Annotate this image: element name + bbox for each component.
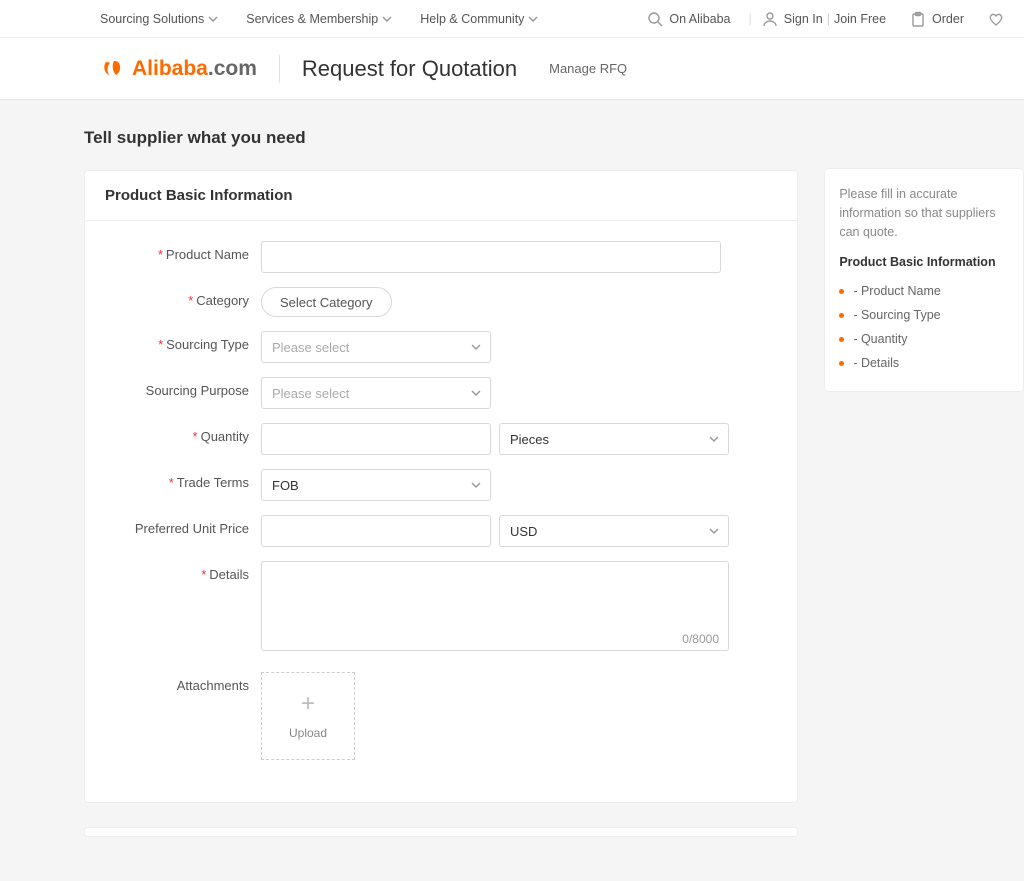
label-trade-terms: *Trade Terms	[109, 469, 261, 490]
label-attachments: Attachments	[109, 672, 261, 693]
quantity-unit-value: Pieces	[510, 432, 549, 447]
page-title: Request for Quotation	[302, 56, 517, 82]
select-category-button[interactable]: Select Category	[261, 287, 392, 317]
nav-favorites[interactable]	[984, 11, 1004, 27]
search-icon	[647, 11, 663, 27]
chevron-down-icon	[382, 14, 392, 24]
card-body: *Product Name *Category Select Category …	[85, 221, 797, 802]
row-trade-terms: *Trade Terms FOB	[109, 469, 773, 501]
chevron-down-icon	[470, 341, 482, 353]
nav-services-membership[interactable]: Services & Membership	[246, 12, 392, 26]
row-product-name: *Product Name	[109, 241, 773, 273]
nav-order-label: Order	[932, 12, 964, 26]
sourcing-type-value: Please select	[272, 340, 349, 355]
row-quantity: *Quantity Pieces	[109, 423, 773, 455]
logo-brand: Alibaba	[132, 57, 208, 81]
label-quantity: *Quantity	[109, 423, 261, 444]
label-sourcing-type: *Sourcing Type	[109, 331, 261, 352]
top-nav-right: On Alibaba | Sign In | Join Free Order	[623, 11, 1004, 27]
row-sourcing-type: *Sourcing Type Please select	[109, 331, 773, 363]
upload-button[interactable]: + Upload	[261, 672, 355, 760]
side-head: Product Basic Information	[839, 255, 1009, 269]
nav-services-label: Services & Membership	[246, 12, 378, 26]
details-textarea[interactable]	[261, 561, 729, 651]
nav-order[interactable]: Order	[906, 11, 964, 27]
quantity-unit-select[interactable]: Pieces	[499, 423, 729, 455]
nav-search-label: On Alibaba	[669, 12, 730, 26]
chevron-down-icon	[208, 14, 218, 24]
product-info-card: Product Basic Information *Product Name …	[84, 170, 798, 803]
heart-icon	[988, 11, 1004, 27]
logo-glyph-icon	[100, 56, 126, 82]
label-details: *Details	[109, 561, 261, 582]
label-unit-price: Preferred Unit Price	[109, 515, 261, 536]
quantity-input[interactable]	[261, 423, 491, 455]
product-name-input[interactable]	[261, 241, 721, 273]
nav-separator: |	[749, 12, 752, 26]
page-body: Tell supplier what you need Product Basi…	[0, 100, 1024, 881]
currency-value: USD	[510, 524, 537, 539]
logo[interactable]: Alibaba.com	[100, 56, 257, 82]
row-unit-price: Preferred Unit Price USD	[109, 515, 773, 547]
vertical-separator	[279, 55, 280, 83]
unit-price-input[interactable]	[261, 515, 491, 547]
sourcing-purpose-value: Please select	[272, 386, 349, 401]
side-desc: Please fill in accurate information so t…	[839, 185, 1009, 241]
plus-icon: +	[301, 692, 315, 716]
page-left: Tell supplier what you need Product Basi…	[84, 120, 798, 861]
side-item: - Sourcing Type	[839, 303, 1009, 327]
side-item: - Quantity	[839, 327, 1009, 351]
completeness-panel: Please fill in accurate information so t…	[824, 168, 1024, 392]
row-attachments: Attachments + Upload	[109, 672, 773, 760]
nav-help-label: Help & Community	[420, 12, 524, 26]
trade-terms-select[interactable]: FOB	[261, 469, 491, 501]
top-nav: Sourcing Solutions Services & Membership…	[0, 0, 1024, 38]
currency-select[interactable]: USD	[499, 515, 729, 547]
row-category: *Category Select Category	[109, 287, 773, 317]
side-checklist: - Product Name - Sourcing Type - Quantit…	[839, 279, 1009, 375]
label-sourcing-purpose: Sourcing Purpose	[109, 377, 261, 398]
clipboard-icon	[910, 11, 926, 27]
sub-header: Alibaba.com Request for Quotation Manage…	[0, 38, 1024, 100]
row-sourcing-purpose: Sourcing Purpose Please select	[109, 377, 773, 409]
upload-label: Upload	[289, 726, 327, 740]
next-card	[84, 827, 798, 837]
nav-account[interactable]: Sign In | Join Free	[758, 11, 886, 27]
logo-suffix: .com	[208, 57, 257, 81]
row-details: *Details 0/8000	[109, 561, 773, 654]
nav-join-label: Join Free	[834, 12, 886, 26]
chevron-down-icon	[470, 479, 482, 491]
nav-search-scope[interactable]: On Alibaba	[643, 11, 730, 27]
details-char-count: 0/8000	[682, 632, 719, 646]
chevron-down-icon	[528, 14, 538, 24]
chevron-down-icon	[470, 387, 482, 399]
page-heading: Tell supplier what you need	[84, 128, 798, 148]
manage-rfq-link[interactable]: Manage RFQ	[549, 61, 627, 76]
label-product-name: *Product Name	[109, 241, 261, 262]
nav-signin-label: Sign In	[784, 12, 823, 26]
chevron-down-icon	[708, 433, 720, 445]
sourcing-type-select[interactable]: Please select	[261, 331, 491, 363]
label-category: *Category	[109, 287, 261, 308]
card-title: Product Basic Information	[85, 171, 797, 221]
chevron-down-icon	[708, 525, 720, 537]
trade-terms-value: FOB	[272, 478, 299, 493]
side-item: - Details	[839, 351, 1009, 375]
sourcing-purpose-select[interactable]: Please select	[261, 377, 491, 409]
nav-sourcing-solutions[interactable]: Sourcing Solutions	[100, 12, 218, 26]
user-icon	[762, 11, 778, 27]
side-item: - Product Name	[839, 279, 1009, 303]
nav-help-community[interactable]: Help & Community	[420, 12, 538, 26]
nav-sourcing-label: Sourcing Solutions	[100, 12, 204, 26]
